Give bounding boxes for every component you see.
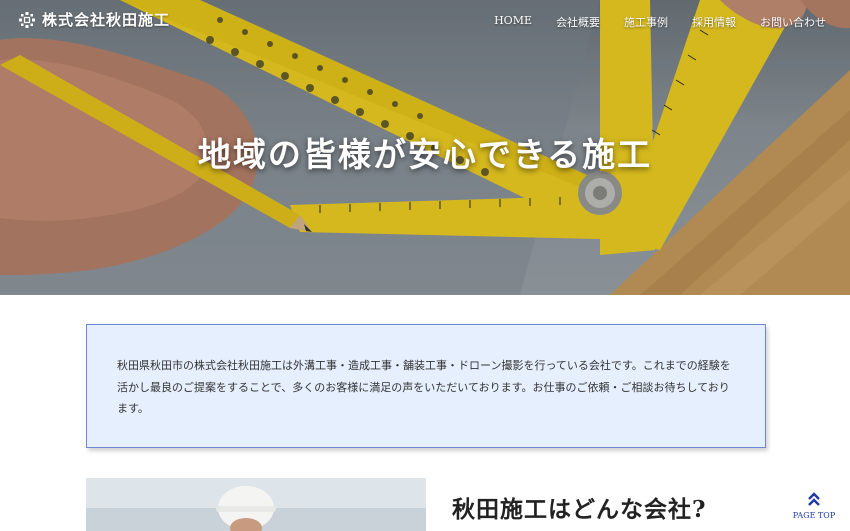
nav-item-contact[interactable]: お問い合わせ <box>748 14 838 30</box>
about-photo <box>86 478 426 531</box>
intro-box: 秋田県秋田市の株式会社秋田施工は外溝工事・造成工事・舗装工事・ドローン撮影を行っ… <box>86 324 766 448</box>
page-top-label: PAGE TOP <box>792 511 836 520</box>
nav-item-works[interactable]: 施工事例 <box>612 14 680 30</box>
worker-image <box>86 478 426 531</box>
site-logo[interactable]: 株式会社秋田施工 <box>18 9 170 30</box>
double-chevron-up-icon <box>808 492 820 506</box>
logo-icon <box>18 11 36 29</box>
nav-item-home[interactable]: HOME <box>482 14 544 30</box>
hero-section: 株式会社秋田施工 HOME 会社概要 施工事例 採用情報 お問い合わせ 地域の皆… <box>0 0 850 295</box>
intro-text: 秋田県秋田市の株式会社秋田施工は外溝工事・造成工事・舗装工事・ドローン撮影を行っ… <box>117 359 731 415</box>
hero-title: 地域の皆様が安心できる施工 <box>197 135 653 174</box>
nav-item-company[interactable]: 会社概要 <box>544 14 612 30</box>
main-nav: HOME 会社概要 施工事例 採用情報 お問い合わせ <box>482 14 838 30</box>
logo-text: 株式会社秋田施工 <box>42 11 171 29</box>
nav-item-recruit[interactable]: 採用情報 <box>680 14 748 30</box>
page-top-button[interactable]: PAGE TOP <box>792 491 836 520</box>
about-heading: 秋田施工はどんな会社? <box>452 496 707 523</box>
